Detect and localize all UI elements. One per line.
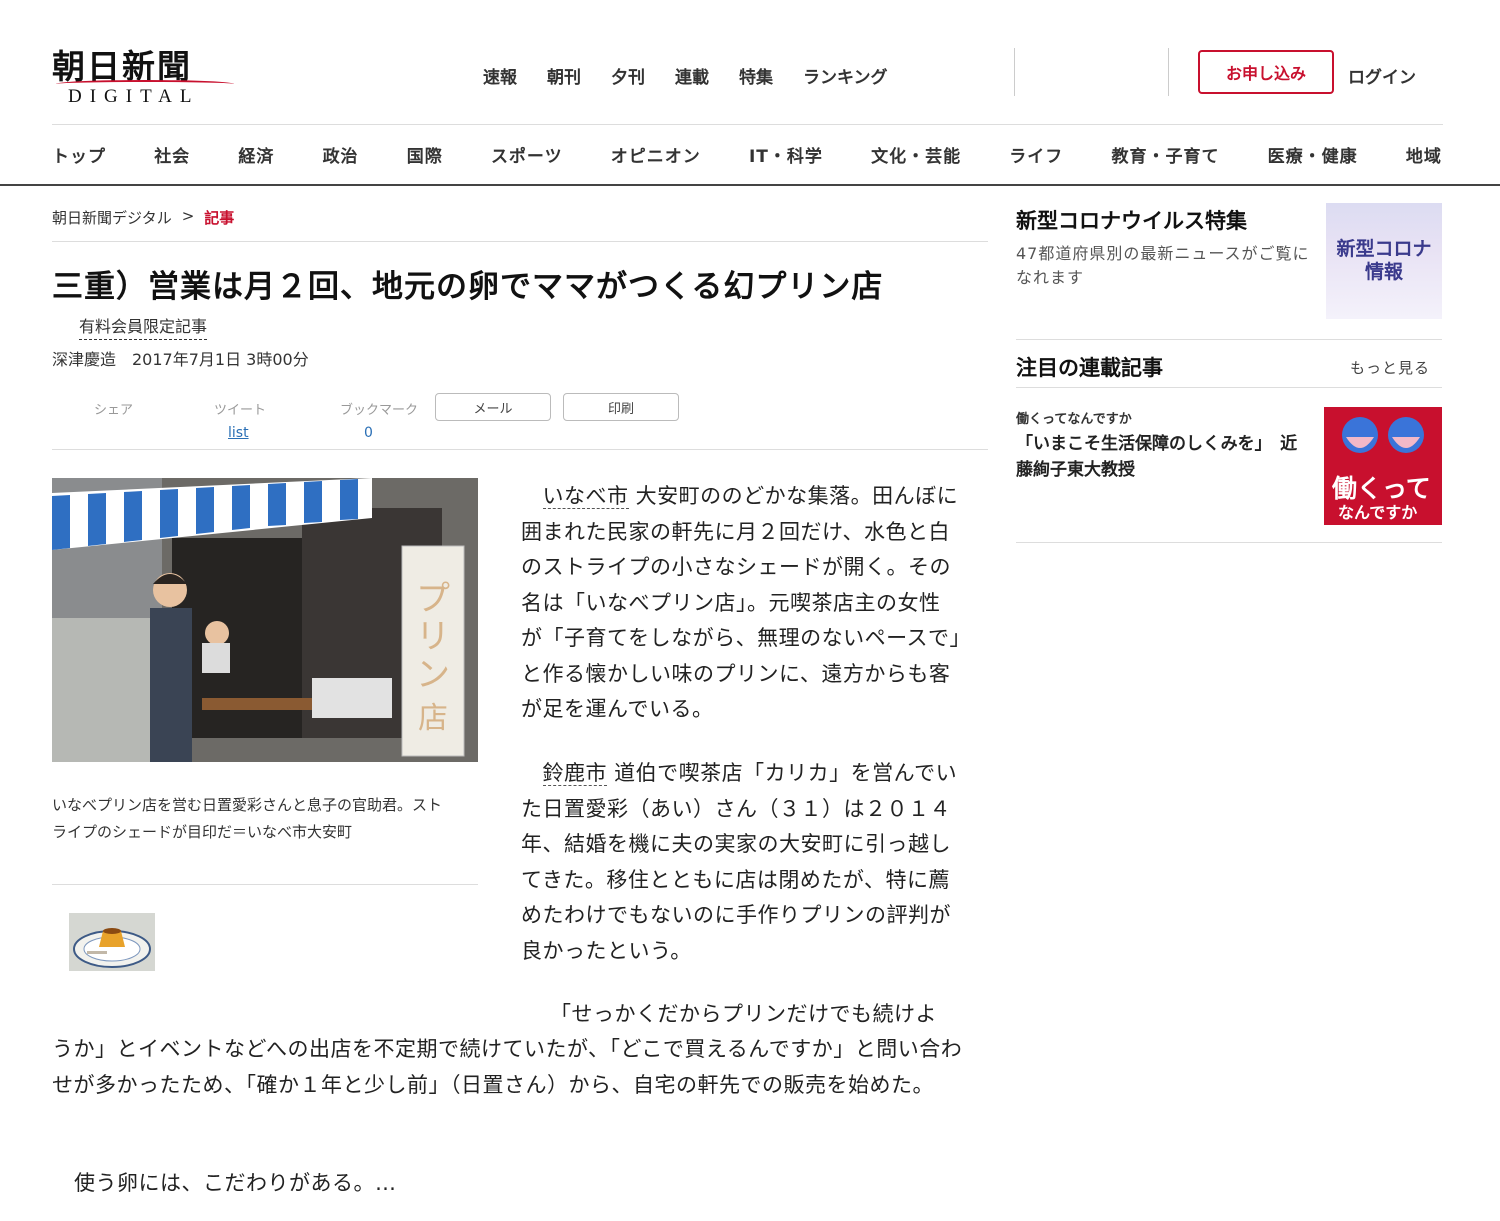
share-rule — [52, 449, 988, 450]
top-nav-ranking[interactable]: ランキング — [803, 63, 888, 88]
city-link-suzuka[interactable]: 鈴鹿市 — [542, 761, 607, 786]
article-paragraph-4: 使う卵には、こだわりがある。… — [74, 1171, 397, 1195]
share-bookmark-label[interactable]: ブックマーク — [340, 399, 418, 418]
article-byline: 深津慶造 2017年7月1日 3時00分 — [52, 350, 309, 369]
svg-text:店: 店 — [418, 701, 448, 736]
nav-top[interactable]: トップ — [52, 142, 106, 167]
article-headline: 三重）営業は月２回、地元の卵でママがつくる幻プリン店 — [52, 269, 884, 305]
series-banner[interactable]: 働くって なんですか — [1324, 407, 1442, 525]
top-nav-evening[interactable]: 夕刊 — [611, 63, 645, 88]
logo-arc — [56, 80, 234, 88]
members-only-label[interactable]: 有料会員限定記事 — [79, 313, 208, 340]
series-headline[interactable]: 「いまこそ生活保障のしくみを」 近藤絢子東大教授 — [1016, 431, 1298, 483]
svg-text:ン: ン — [416, 655, 450, 695]
pudding-illustration — [69, 913, 155, 971]
nav-economy[interactable]: 経済 — [238, 142, 274, 167]
sidebar-rule — [1016, 339, 1442, 340]
sidebar-rule — [1016, 387, 1442, 388]
breadcrumb-separator: > — [181, 207, 195, 225]
nav-society[interactable]: 社会 — [154, 142, 190, 167]
article-paragraph-3-first-line: 「せっかくだからプリンだけでも続けよ — [550, 1002, 937, 1026]
covid-feature-description: 47都道府県別の最新ニュースがご覧になれます — [1016, 244, 1310, 287]
nav-education[interactable]: 教育・子育て — [1111, 142, 1219, 167]
nav-international[interactable]: 国際 — [407, 142, 443, 167]
svg-text:プ: プ — [416, 579, 450, 619]
breadcrumb-home[interactable]: 朝日新聞デジタル — [52, 207, 172, 228]
featured-series-title: 注目の連載記事 — [1016, 356, 1163, 380]
covid-banner-line2: 情報 — [1364, 261, 1403, 283]
article-paragraph-2: 鈴鹿市 道伯で喫茶店「カリカ」を営んでいた日置愛彩（あい）さん（３１）は２０１４… — [521, 756, 961, 969]
share-twitter-label[interactable]: ツイート — [214, 399, 266, 418]
top-nav-breaking[interactable]: 速報 — [483, 63, 517, 88]
nav-politics[interactable]: 政治 — [323, 142, 359, 167]
article-paragraph-1: いなべ市 大安町ののどかな集落。田んぼに囲まれた民家の軒先に月２回だけ、水色と白… — [521, 479, 961, 728]
mail-button[interactable]: メール — [435, 393, 551, 421]
bookmark-count[interactable]: 0 — [364, 425, 373, 441]
covid-banner[interactable]: 新型コロナ 情報 — [1326, 203, 1442, 319]
svg-text:リ: リ — [416, 617, 450, 657]
top-nav-features[interactable]: 特集 — [739, 63, 773, 88]
login-link[interactable]: ログイン — [1348, 63, 1416, 88]
nav-health[interactable]: 医療・健康 — [1268, 142, 1358, 167]
header-divider — [1168, 48, 1169, 96]
series-banner-line2: なんですか — [1338, 503, 1418, 522]
header-bottom-rule — [0, 184, 1500, 186]
breadcrumb: 朝日新聞デジタル > 記事 — [52, 207, 234, 228]
breadcrumb-rule — [52, 241, 988, 242]
breadcrumb-current: 記事 — [204, 209, 235, 227]
paragraph-1-text: 大安町ののどかな集落。田んぼに囲まれた民家の軒先に月２回だけ、水色と白のストライ… — [521, 484, 961, 721]
covid-banner-line1: 新型コロナ — [1336, 238, 1432, 260]
top-nav-morning[interactable]: 朝刊 — [547, 63, 581, 88]
top-nav-series[interactable]: 連載 — [675, 63, 709, 88]
subscribe-button[interactable]: お申し込み — [1198, 50, 1334, 94]
caption-rule — [52, 884, 478, 885]
nav-opinion[interactable]: オピニオン — [611, 142, 701, 167]
article-photo[interactable]: プ リ ン 店 — [52, 478, 478, 762]
covid-feature-title[interactable]: 新型コロナウイルス特集 — [1016, 205, 1247, 235]
photo-caption: いなべプリン店を営む日置愛彩さんと息子の官助君。ストライプのシェードが目印だ＝い… — [52, 796, 443, 841]
paragraph-2-text: 道伯で喫茶店「カリカ」を営んでいた日置愛彩（あい）さん（３１）は２０１４年、結婚… — [521, 761, 958, 963]
sidebar-rule — [1016, 542, 1442, 543]
nav-culture[interactable]: 文化・芸能 — [871, 142, 961, 167]
shop-front-illustration: プ リ ン 店 — [52, 478, 478, 762]
share-facebook-label[interactable]: シェア — [94, 399, 133, 418]
pudding-thumbnail[interactable] — [69, 913, 155, 971]
nav-sports[interactable]: スポーツ — [491, 142, 563, 167]
site-logo[interactable]: 朝日新聞 DIGITAL — [52, 40, 242, 108]
print-button[interactable]: 印刷 — [563, 393, 679, 421]
nav-local[interactable]: 地域 — [1406, 142, 1442, 167]
nav-it-science[interactable]: IT・科学 — [749, 142, 823, 167]
logo-en-text: DIGITAL — [68, 86, 200, 107]
header-divider — [1014, 48, 1015, 96]
tweet-count-link[interactable]: list — [228, 425, 249, 441]
nav-life[interactable]: ライフ — [1009, 142, 1063, 167]
city-link-inabe[interactable]: いなべ市 — [542, 484, 629, 509]
series-category[interactable]: 働くってなんですか — [1016, 408, 1132, 427]
more-link[interactable]: もっと見る — [1350, 357, 1430, 378]
header-rule — [52, 124, 1443, 125]
main-nav: トップ 社会 経済 政治 国際 スポーツ オピニオン IT・科学 文化・芸能 ラ… — [52, 142, 1442, 167]
top-nav: 速報 朝刊 夕刊 連載 特集 ランキング — [483, 63, 888, 88]
article-paragraph-3: うか」とイベントなどへの出店を不定期で続けていたが、「どこで買えるんですか」と問… — [52, 1037, 963, 1097]
